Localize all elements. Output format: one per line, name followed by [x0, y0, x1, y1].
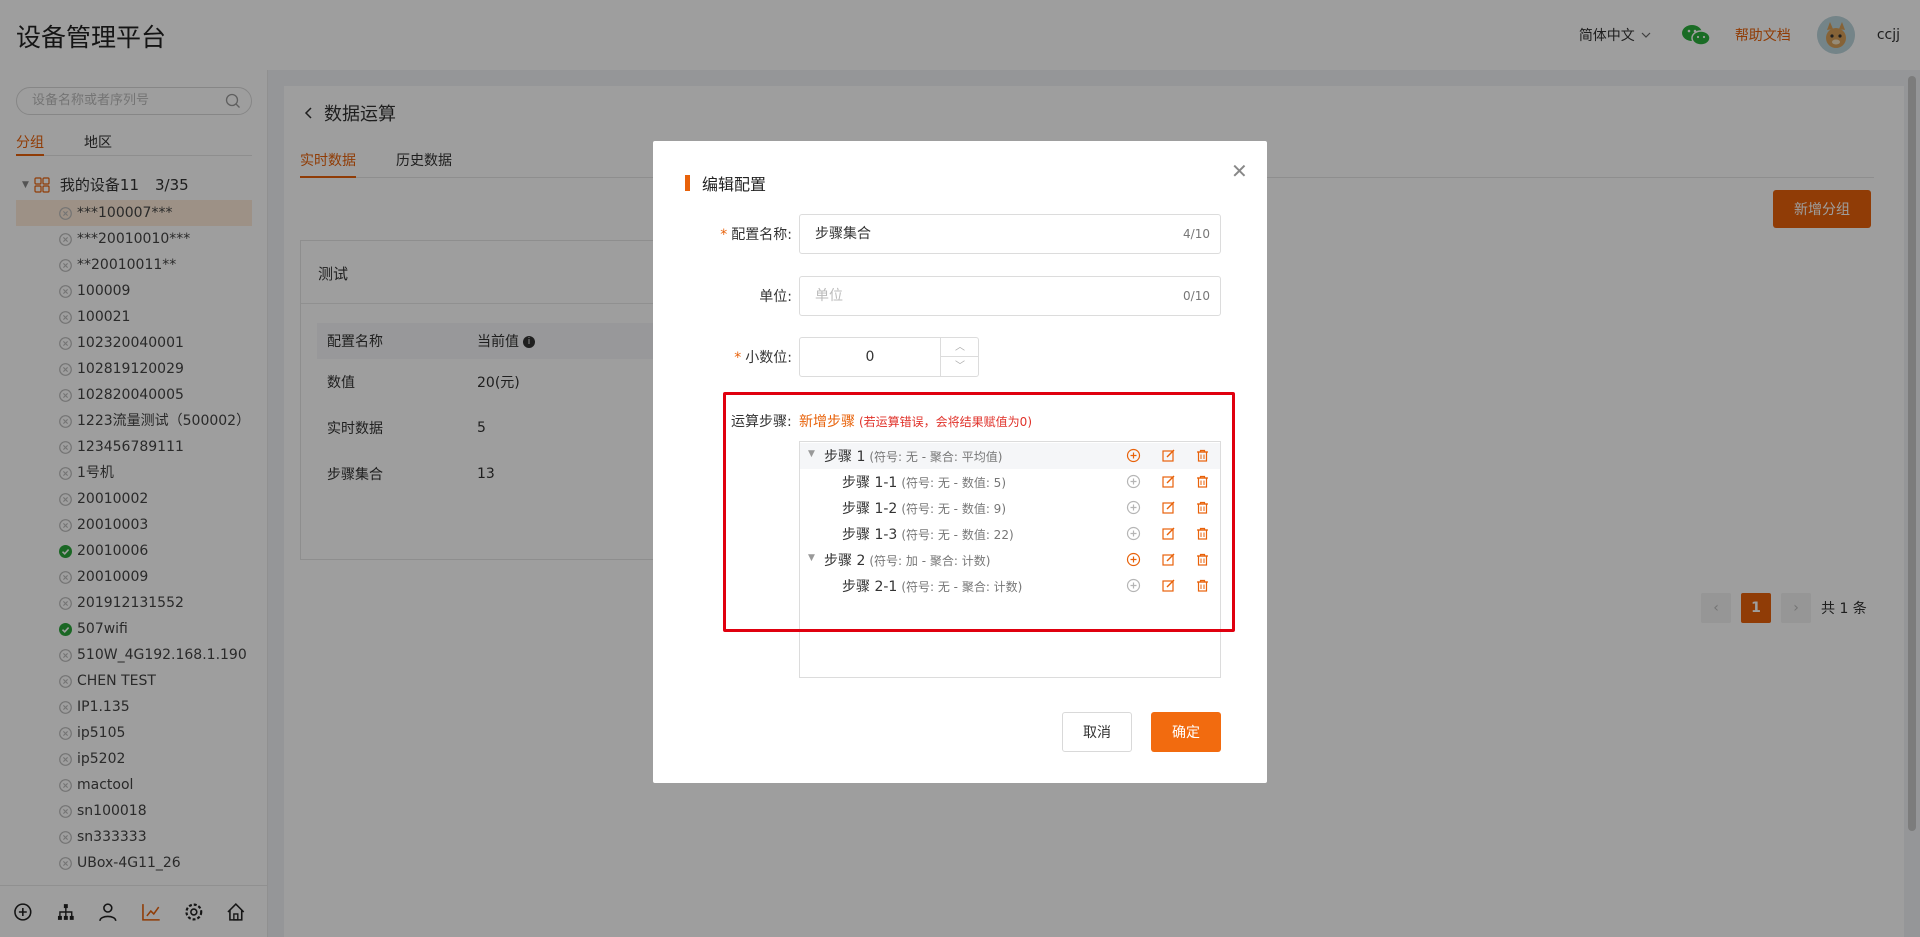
decimal-label: * 小数位:: [734, 350, 792, 366]
unit-label: 单位:: [759, 289, 792, 305]
char-count: 0/10: [1183, 289, 1210, 303]
modal-title-text: 编辑配置: [702, 175, 767, 194]
config-name-input[interactable]: 步骤集合 4/10: [799, 214, 1221, 254]
unit-input[interactable]: 单位 0/10: [799, 276, 1221, 316]
stepper-controls: ︿ ﹀: [940, 338, 979, 376]
config-name-label: * 配置名称:: [720, 227, 792, 243]
cancel-button[interactable]: 取消: [1062, 712, 1132, 752]
decimal-stepper[interactable]: 0 ︿ ﹀: [799, 337, 979, 377]
unit-placeholder: 单位: [815, 288, 843, 304]
edit-config-modal: ✕ 编辑配置 * 配置名称: 步骤集合 4/10 单位: 单位 0/10 * 小数位…: [653, 141, 1267, 783]
char-count: 4/10: [1183, 227, 1210, 241]
highlight-frame: [723, 392, 1235, 632]
increment-button[interactable]: ︿: [941, 338, 979, 357]
close-icon[interactable]: ✕: [1231, 159, 1248, 183]
confirm-button[interactable]: 确定: [1151, 712, 1221, 752]
decrement-button[interactable]: ﹀: [941, 357, 979, 376]
modal-title: 编辑配置: [685, 171, 766, 195]
config-name-value: 步骤集合: [815, 226, 871, 242]
decimal-value[interactable]: 0: [800, 338, 940, 376]
title-accent-bar: [685, 175, 690, 191]
